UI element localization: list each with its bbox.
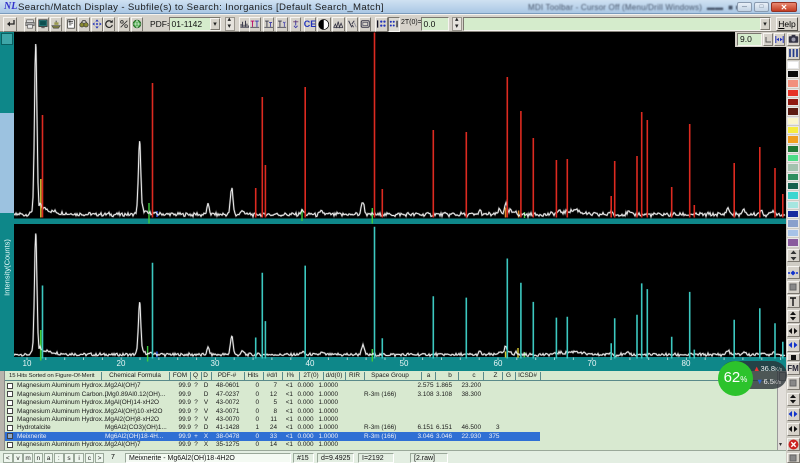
svg-text:50: 50 bbox=[400, 359, 409, 368]
svg-text:10: 10 bbox=[23, 359, 32, 368]
svg-text:60: 60 bbox=[494, 359, 503, 368]
svg-text:20: 20 bbox=[117, 359, 126, 368]
svg-text:70: 70 bbox=[588, 359, 597, 368]
svg-text:80: 80 bbox=[682, 359, 691, 368]
svg-text:40: 40 bbox=[306, 359, 315, 368]
svg-text:30: 30 bbox=[211, 359, 220, 368]
